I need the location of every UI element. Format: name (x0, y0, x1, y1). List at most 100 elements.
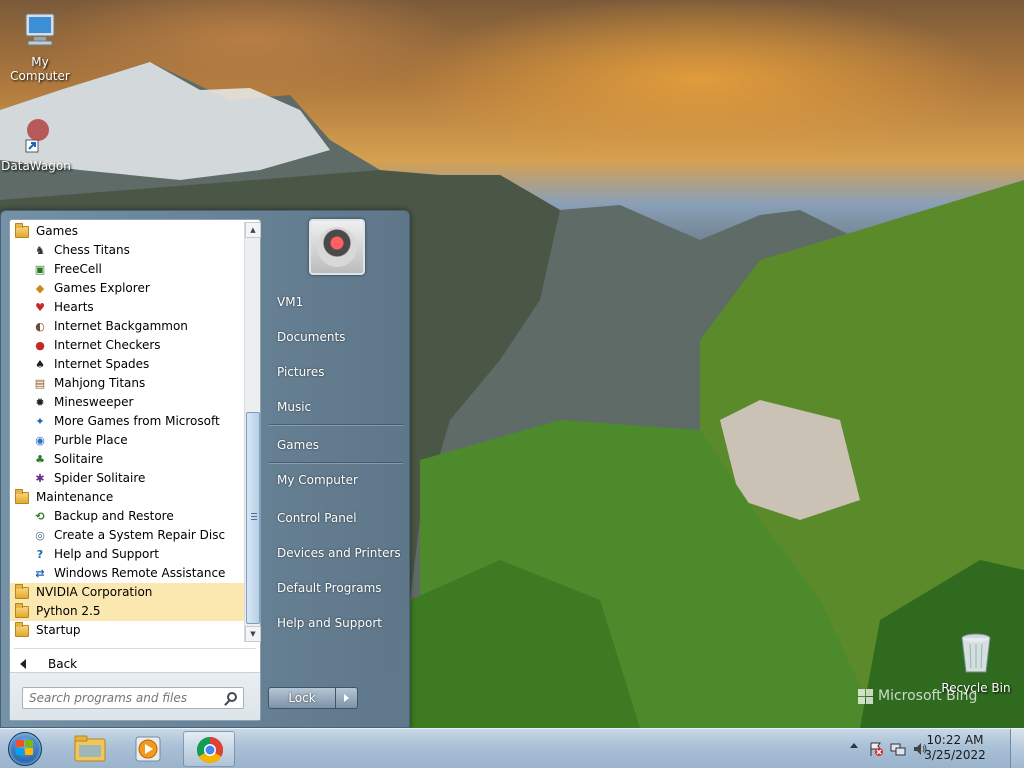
control-panel-link[interactable]: Control Panel (269, 503, 403, 533)
back-label: Back (48, 657, 78, 671)
program-item[interactable]: ◆ Games Explorer (10, 279, 244, 298)
folder-icon (14, 602, 30, 620)
pictures-link[interactable]: Pictures (269, 357, 403, 387)
program-item[interactable]: ◎ Create a System Repair Disc (10, 526, 244, 545)
program-item[interactable]: ♥ Hearts (10, 298, 244, 317)
program-item-label: Help and Support (54, 547, 159, 561)
freecell-icon: ▣ (34, 263, 46, 276)
program-item[interactable]: ? Help and Support (10, 545, 244, 564)
show-desktop-button[interactable] (1010, 729, 1024, 768)
program-item[interactable]: ♠ Internet Spades (10, 355, 244, 374)
taskbar-explorer-button[interactable] (64, 731, 116, 767)
chrome-icon (196, 736, 224, 764)
program-item[interactable]: ♣ Solitaire (10, 450, 244, 469)
desktop-icon-datawagon[interactable]: DataWagon (0, 116, 72, 173)
mahjong-icon: ▤ (34, 377, 46, 390)
scrollbar-thumb[interactable] (246, 412, 260, 624)
program-item[interactable]: ◐ Internet Backgammon (10, 317, 244, 336)
program-item[interactable]: ♞ Chess Titans (10, 241, 244, 260)
music-link[interactable]: Music (269, 392, 403, 422)
help-and-support-link[interactable]: Help and Support (269, 608, 403, 638)
program-item[interactable]: ✱ Spider Solitaire (10, 469, 244, 488)
all-programs-list: Games ♞ Chess Titans ▣ FreeCell ◆ Games Explor… (10, 220, 244, 644)
search-area (10, 672, 260, 720)
program-item-label: More Games from Microsoft (54, 414, 220, 428)
desktop-icon-my-computer[interactable]: My Computer (0, 10, 80, 83)
clock[interactable]: 10:22 AM 3/25/2022 (920, 733, 990, 763)
repair-disc-icon: ◎ (35, 529, 45, 542)
default-programs-link[interactable]: Default Programs (269, 573, 403, 603)
program-item[interactable]: ◉ Purble Place (10, 431, 244, 450)
program-item[interactable]: ✹ Minesweeper (10, 393, 244, 412)
backgammon-icon: ◐ (35, 320, 45, 333)
desktop-icon-recycle-bin[interactable]: Recycle Bin (936, 630, 1016, 695)
program-item[interactable]: Games (10, 222, 244, 241)
games-link[interactable]: Games (269, 430, 403, 460)
program-item-label: Spider Solitaire (54, 471, 146, 485)
program-item-label: Internet Backgammon (54, 319, 188, 333)
taskbar-media-player-button[interactable] (122, 731, 174, 767)
media-player-icon (135, 736, 161, 762)
devices-and-printers-link[interactable]: Devices and Printers (269, 538, 403, 568)
computer-icon (25, 13, 55, 46)
folder-icon (14, 222, 30, 240)
system-tray: 10:22 AM 3/25/2022 (834, 729, 1024, 768)
back-arrow-icon (20, 659, 26, 669)
start-menu-left-pane: Games ♞ Chess Titans ▣ FreeCell ◆ Games Explor… (9, 219, 261, 721)
scroll-down-button[interactable]: ▼ (245, 626, 261, 642)
lock-button[interactable]: Lock (268, 687, 336, 709)
help-icon: ? (36, 548, 44, 561)
divider (269, 424, 403, 426)
program-item-label: NVIDIA Corporation (36, 585, 153, 599)
desktop-icon-label: DataWagon (1, 159, 71, 173)
program-item-label: Python 2.5 (36, 604, 101, 618)
recycle-bin-icon (961, 633, 991, 673)
program-item-label: Games (36, 224, 78, 238)
taskbar-chrome-button[interactable] (183, 731, 235, 767)
solitaire-icon: ♣ (35, 453, 45, 466)
program-list-scrollbar[interactable]: ▲ ▼ (244, 222, 261, 642)
folder-explorer-icon (74, 735, 106, 762)
folder-icon (14, 583, 30, 601)
program-item[interactable]: ● Internet Checkers (10, 336, 244, 355)
program-item[interactable]: Maintenance (10, 488, 244, 507)
taskbar: 10:22 AM 3/25/2022 (0, 728, 1024, 768)
program-item[interactable]: ⇄ Windows Remote Assistance (10, 564, 244, 583)
program-item[interactable]: ▤ Mahjong Titans (10, 374, 244, 393)
show-hidden-icons-chevron-icon[interactable] (850, 743, 858, 748)
action-center-flag-icon[interactable] (868, 741, 884, 757)
program-item[interactable]: Python 2.5 (10, 602, 244, 621)
start-button[interactable] (6, 731, 46, 767)
program-item[interactable]: ▣ FreeCell (10, 260, 244, 279)
desktop-icon-label: My Computer (10, 55, 70, 83)
program-item-label: FreeCell (54, 262, 102, 276)
remote-assistance-icon: ⇄ (35, 567, 45, 580)
folder-icon (14, 488, 30, 506)
minesweeper-icon: ✹ (35, 396, 45, 409)
clock-date: 3/25/2022 (924, 748, 986, 762)
purble-place-icon: ◉ (35, 434, 45, 447)
windows-flag-icon (16, 740, 34, 757)
program-item[interactable]: Startup (10, 621, 244, 640)
documents-link[interactable]: Documents (269, 322, 403, 352)
search-box[interactable] (22, 687, 244, 709)
program-item-label: Purble Place (54, 433, 128, 447)
program-item[interactable]: ⟲ Backup and Restore (10, 507, 244, 526)
more-games-icon: ✦ (35, 415, 45, 428)
program-item-label: Chess Titans (54, 243, 130, 257)
program-item[interactable]: ✦ More Games from Microsoft (10, 412, 244, 431)
program-item-label: Create a System Repair Disc (54, 528, 226, 542)
folder-icon (14, 621, 30, 639)
shutdown-options-arrow-button[interactable] (336, 687, 358, 709)
user-avatar[interactable] (309, 219, 365, 275)
network-icon[interactable] (890, 741, 906, 757)
program-item-label: Games Explorer (54, 281, 150, 295)
user-name-link[interactable]: VM1 (269, 287, 403, 317)
search-icon[interactable] (227, 692, 237, 702)
scroll-up-button[interactable]: ▲ (245, 222, 261, 238)
search-input[interactable] (23, 688, 219, 708)
program-item[interactable]: NVIDIA Corporation (10, 583, 244, 602)
my-computer-link[interactable]: My Computer (269, 465, 403, 495)
program-item-label: Windows Remote Assistance (54, 566, 226, 580)
program-item-label: Hearts (54, 300, 94, 314)
